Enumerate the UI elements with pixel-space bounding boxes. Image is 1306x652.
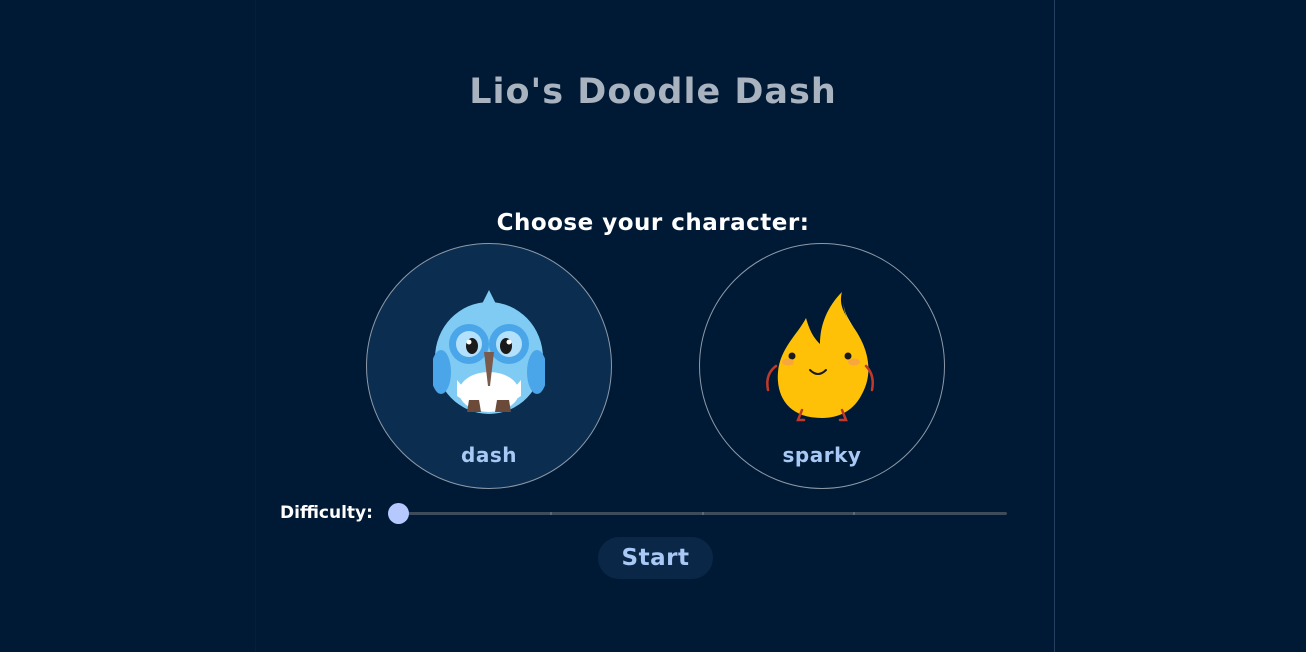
- character-option-sparky[interactable]: sparky: [699, 243, 945, 489]
- character-name-dash: dash: [461, 443, 517, 467]
- character-name-sparky: sparky: [782, 443, 862, 467]
- difficulty-slider-tick: [853, 512, 855, 515]
- difficulty-slider-thumb[interactable]: [387, 503, 409, 524]
- game-title: Lio's Doodle Dash: [469, 72, 837, 112]
- flame-character-icon: [766, 292, 874, 422]
- choose-character-label: Choose your character:: [496, 210, 810, 236]
- game-screen: Lio's Doodle Dash Choose your character:: [0, 0, 1306, 652]
- difficulty-slider-tick: [550, 512, 552, 515]
- difficulty-label: Difficulty:: [280, 503, 373, 523]
- blue-owl-icon: [433, 290, 545, 414]
- difficulty-slider-tick: [702, 512, 704, 515]
- start-button[interactable]: Start: [598, 537, 713, 579]
- character-option-dash[interactable]: dash: [366, 243, 612, 489]
